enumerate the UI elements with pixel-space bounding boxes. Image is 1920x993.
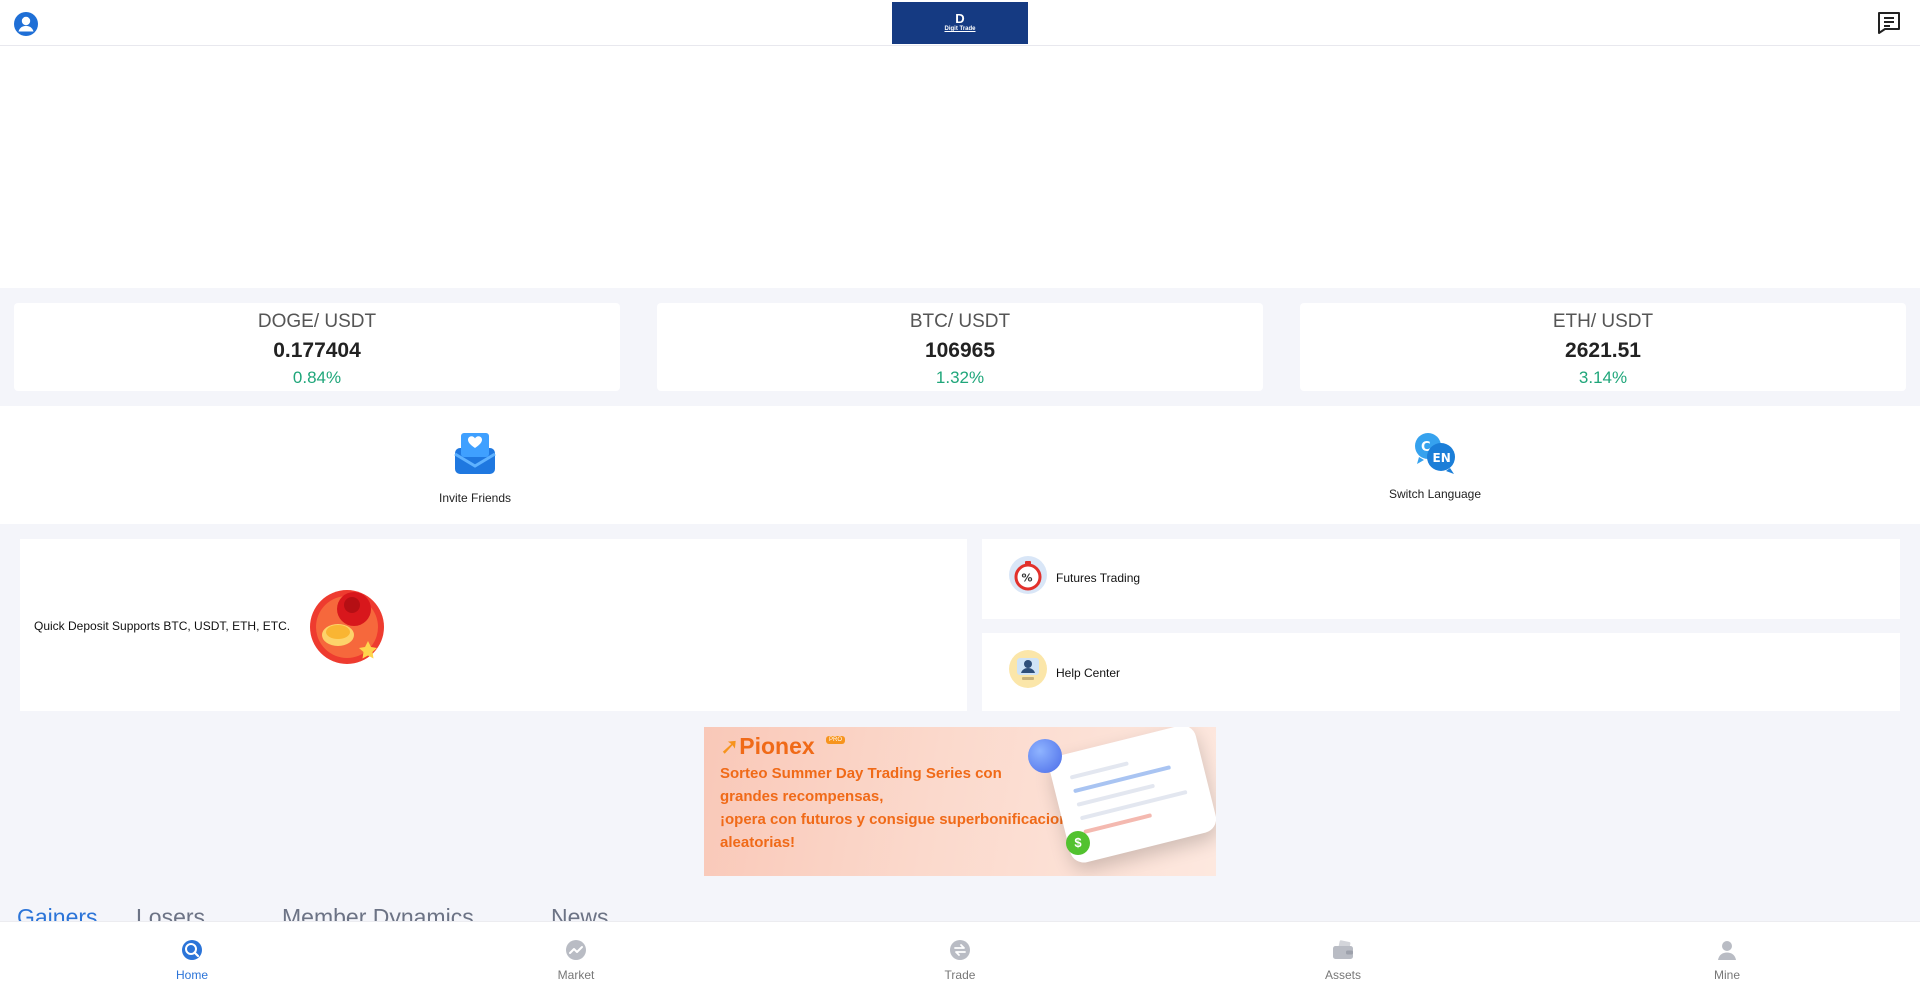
user-avatar-icon[interactable] xyxy=(14,12,38,36)
switch-language-label: Switch Language xyxy=(1388,487,1482,501)
home-icon xyxy=(182,940,202,960)
help-support-icon xyxy=(1009,650,1047,688)
quick-deposit-label: Quick Deposit Supports BTC, USDT, ETH, E… xyxy=(34,619,291,633)
bottom-nav: Home Market Trade Assets Mine xyxy=(0,921,1920,993)
nav-trade[interactable]: Trade xyxy=(920,939,1000,982)
nav-assets[interactable]: Assets xyxy=(1303,939,1383,982)
ticker-change: 1.32% xyxy=(935,368,985,387)
promo-banner[interactable]: ➚Pionex PRO Sorteo Summer Day Trading Se… xyxy=(704,727,1216,876)
language-badge: EN xyxy=(1433,451,1451,465)
nav-mine-label: Mine xyxy=(1713,968,1740,982)
language-icon: C EN xyxy=(1415,433,1455,474)
ticker-card-eth[interactable]: ETH/ USDT 2621.51 3.14% xyxy=(1300,303,1906,391)
market-icon xyxy=(566,940,586,960)
promo-dollar-icon: $ xyxy=(1066,831,1090,855)
switch-language-button[interactable]: C EN Switch Language xyxy=(1335,430,1535,501)
futures-timer-icon: % xyxy=(1009,556,1047,594)
invite-mail-icon xyxy=(454,433,496,474)
ticker-pair: BTC/ USDT xyxy=(909,311,1011,332)
promo-line-3: ¡opera con futuros y consigue superbonif… xyxy=(720,811,1086,828)
market-tabs: Gainers Losers Member Dynamics News xyxy=(0,898,1920,922)
ticker-pair: ETH/ USDT xyxy=(1552,311,1654,332)
help-center-label: Help Center xyxy=(1056,666,1121,680)
nav-market[interactable]: Market xyxy=(536,939,616,982)
logo-mark: D xyxy=(955,11,965,26)
invite-friends-button[interactable]: Invite Friends xyxy=(375,430,575,505)
tab-losers[interactable]: Losers xyxy=(136,904,205,922)
nav-assets-label: Assets xyxy=(1324,968,1361,982)
trade-icon xyxy=(950,940,970,960)
tab-news[interactable]: News xyxy=(551,904,609,922)
mine-user-icon xyxy=(1718,941,1736,960)
deposit-coins-icon xyxy=(310,590,384,664)
futures-trading-card[interactable]: % Futures Trading xyxy=(982,539,1900,619)
quick-deposit-card[interactable]: Quick Deposit Supports BTC, USDT, ETH, E… xyxy=(20,539,967,711)
svg-text:%: % xyxy=(1022,572,1033,585)
nav-trade-label: Trade xyxy=(944,968,976,982)
message-icon[interactable] xyxy=(1876,11,1902,35)
top-header: D Digit Trade xyxy=(0,0,1920,46)
app-root: D Digit Trade DOGE/ USDT 0.177404 0.84% … xyxy=(0,0,1920,993)
logo-name: Digit Trade xyxy=(944,26,976,32)
nav-home-label: Home xyxy=(175,968,208,982)
help-center-card[interactable]: Help Center xyxy=(982,633,1900,711)
promo-line-2: grandes recompensas, xyxy=(720,788,884,805)
promo-brand: ➚Pionex xyxy=(720,733,815,760)
nav-market-label: Market xyxy=(557,968,595,982)
assets-wallet-icon xyxy=(1333,940,1353,959)
shortcut-bar: Invite Friends C EN Switch Language xyxy=(0,406,1920,524)
futures-trading-label: Futures Trading xyxy=(1056,571,1141,585)
ticker-change: 3.14% xyxy=(1578,368,1628,387)
tab-member-dynamics[interactable]: Member Dynamics xyxy=(282,904,474,922)
ticker-change: 0.84% xyxy=(292,368,342,387)
ticker-strip: DOGE/ USDT 0.177404 0.84% BTC/ USDT 1069… xyxy=(0,288,1920,406)
nav-home[interactable]: Home xyxy=(152,939,232,982)
nav-mine[interactable]: Mine xyxy=(1687,939,1767,982)
ticker-price: 0.177404 xyxy=(273,339,361,362)
brand-logo[interactable]: D Digit Trade xyxy=(892,2,1028,44)
ticker-price: 106965 xyxy=(924,339,996,362)
ticker-card-btc[interactable]: BTC/ USDT 106965 1.32% xyxy=(657,303,1263,391)
ticker-pair: DOGE/ USDT xyxy=(257,311,377,332)
tab-gainers[interactable]: Gainers xyxy=(17,904,98,922)
promo-brand-text: Pionex xyxy=(739,733,815,759)
banner-placeholder xyxy=(0,46,1920,288)
invite-friends-label: Invite Friends xyxy=(438,491,512,505)
pionex-logo-icon: ➚ xyxy=(720,733,740,759)
ticker-price: 2621.51 xyxy=(1565,339,1641,362)
promo-coin-icon xyxy=(1028,739,1062,773)
promo-line-1: Sorteo Summer Day Trading Series con xyxy=(720,765,1002,782)
ticker-card-doge[interactable]: DOGE/ USDT 0.177404 0.84% xyxy=(14,303,620,391)
promo-line-4: aleatorias! xyxy=(720,834,796,851)
promo-brand-tag: PRO xyxy=(826,736,846,744)
